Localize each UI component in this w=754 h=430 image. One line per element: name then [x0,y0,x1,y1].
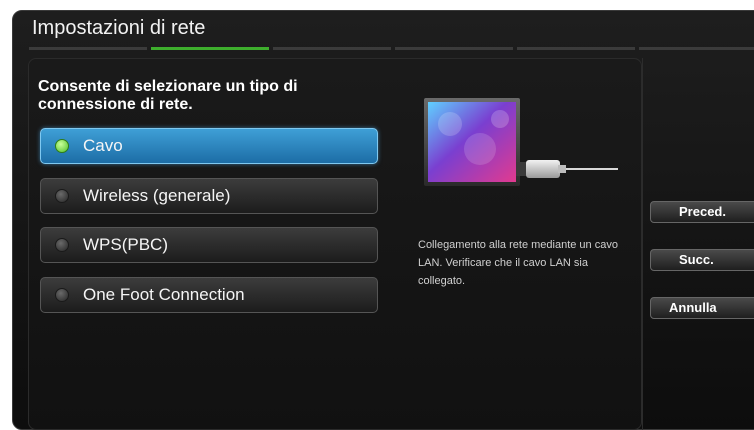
previous-button[interactable]: Preced. [650,201,754,223]
step-segment-4 [395,47,513,50]
step-segment-5 [517,47,635,50]
radio-icon [55,288,69,302]
option-description: Collegamento alla rete mediante un cavo … [418,239,618,287]
step-segment-1 [29,47,147,50]
tv-cable-illustration-icon [420,94,620,199]
panel-divider [642,58,643,430]
window-title: Impostazioni di rete [32,17,206,39]
option-label: One Foot Connection [83,285,245,304]
step-progress-bar [29,47,754,52]
option-label: WPS(PBC) [83,235,168,254]
step-segment-2-active [151,47,269,50]
next-button[interactable]: Succ. [650,249,754,271]
option-cable[interactable]: Cavo [40,128,378,164]
option-label: Wireless (generale) [83,186,231,205]
radio-icon [55,189,69,203]
step-segment-6 [639,47,754,50]
cancel-button[interactable]: Annulla [650,297,754,319]
step-segment-3 [273,47,391,50]
option-label: Cavo [83,136,123,155]
option-wps-pbc[interactable]: WPS(PBC) [40,227,378,263]
radio-selected-icon [55,139,69,153]
radio-icon [55,238,69,252]
option-one-foot-connection[interactable]: One Foot Connection [40,277,378,313]
selection-prompt: Consente di selezionare un tipo di conne… [38,78,298,113]
option-wireless[interactable]: Wireless (generale) [40,178,378,214]
